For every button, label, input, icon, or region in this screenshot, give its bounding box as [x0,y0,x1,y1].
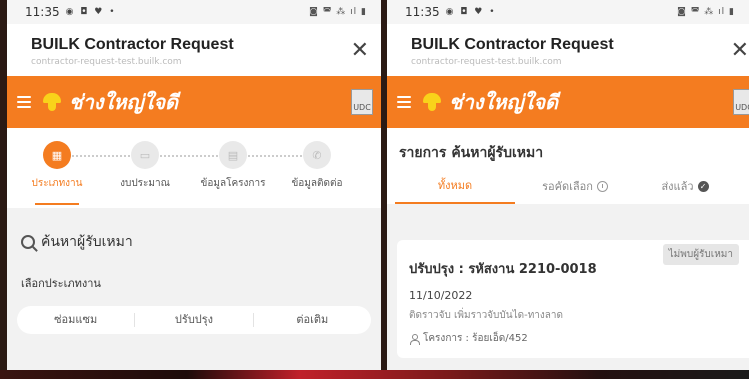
app-header: ช่างใหญ่ใจดี UDC [387,76,749,128]
search-icon [21,235,35,249]
browser-titlebar: BUILK Contractor Request contractor-requ… [7,24,381,76]
step-project-info[interactable]: ▤ ข้อมูลโครงการ [193,141,273,191]
card-date: 11/10/2022 [409,289,473,302]
brand-logo-text: ช่างใหญ่ใจดี [449,90,559,114]
option-repair[interactable]: ซ่อมแซม [17,313,136,327]
check-circle-icon: ✓ [697,180,709,192]
search-contractor-heading: ค้นหาผู้รับเหมา [7,220,381,264]
phone-icon: ✆ [303,141,331,169]
status-system-icons: ◙ ◚ ⁂ ıl ▮ [677,7,735,17]
user-icon [409,333,420,345]
work-type-label: เลือกประเภทงาน [21,277,101,290]
option-renovate[interactable]: ปรับปรุง [135,313,254,327]
page-title: BUILK Contractor Request [31,36,234,53]
step-progress: ▦ ประเภทงาน ▭ งบประมาณ ▤ ข้อมูลโครงการ ✆… [7,128,381,208]
money-icon: ▭ [131,141,159,169]
status-icons: ◉ ◘ ♥ • [445,7,497,17]
request-card[interactable]: ไม่พบผู้รับเหมา ปรับปรุง : รหัสงาน 2210-… [397,240,749,358]
status-badge: ไม่พบผู้รับเหมา [662,244,739,265]
tab-label: ส่งแล้ว [661,180,694,193]
step-label: ข้อมูลติดต่อ [291,178,343,189]
left-phone-screen: 11:35 ◉ ◘ ♥ • ◙ ◚ ⁂ ıl ▮ BUILK Contracto… [7,0,381,374]
status-icons: ◉ ◘ ♥ • [65,7,117,17]
helmet-logo-icon [421,91,443,113]
step-label: ข้อมูลโครงการ [200,178,266,189]
building-icon: ▦ [43,141,71,169]
right-phone-screen: 11:35 ◉ ◘ ♥ • ◙ ◚ ⁂ ıl ▮ BUILK Contracto… [387,0,749,374]
card-description: ติดราวจับ เพิ่มราวจับบันได-ทางลาด [409,310,564,321]
close-icon[interactable]: ✕ [731,40,749,62]
page-url: contractor-request-test.builk.com [411,57,562,67]
tab-label: ทั้งหมด [437,179,473,192]
card-project-text: โครงการ : ร้อยเอ็ด/452 [423,333,528,344]
tab-label: รอคัดเลือก [542,180,593,193]
search-label: ค้นหาผู้รับเหมา [41,234,133,250]
background-strip [0,370,749,379]
status-tabs: ทั้งหมด รอคัดเลือก ส่งแล้ว ✓ [387,168,749,204]
list-title: รายการ ค้นหาผู้รับเหมา [387,128,749,168]
close-icon[interactable]: ✕ [351,40,369,62]
option-extend[interactable]: ต่อเติม [254,313,371,327]
clock-icon [596,180,608,192]
id-card-icon: ▤ [219,141,247,169]
brand-logo-text: ช่างใหญ่ใจดี [69,90,179,114]
status-time: 11:35 [25,5,60,19]
status-time: 11:35 [405,5,440,19]
status-bar: 11:35 ◉ ◘ ♥ • ◙ ◚ ⁂ ıl ▮ [7,0,381,24]
status-system-icons: ◙ ◚ ⁂ ıl ▮ [309,7,367,17]
helmet-logo-icon [41,91,63,113]
partner-logo: UDC [733,89,749,115]
step-label: งบประมาณ [120,178,170,189]
partner-logo: UDC [351,89,373,115]
step-label: ประเภทงาน [31,178,83,189]
step-work-type[interactable]: ▦ ประเภทงาน [17,141,97,205]
stage: 11:35 ◉ ◘ ♥ • ◙ ◚ ⁂ ıl ▮ BUILK Contracto… [0,0,749,379]
status-bar: 11:35 ◉ ◘ ♥ • ◙ ◚ ⁂ ıl ▮ [387,0,749,24]
step-contact-info[interactable]: ✆ ข้อมูลติดต่อ [277,141,357,191]
step-budget[interactable]: ▭ งบประมาณ [105,141,185,191]
app-header: ช่างใหญ่ใจดี UDC [7,76,381,128]
card-project: โครงการ : ร้อยเอ็ด/452 [409,331,745,346]
page-title: BUILK Contractor Request [411,36,614,53]
page-url: contractor-request-test.builk.com [31,57,182,67]
browser-titlebar: BUILK Contractor Request contractor-requ… [387,24,749,76]
tab-sent[interactable]: ส่งแล้ว ✓ [635,177,735,195]
tab-pending[interactable]: รอคัดเลือก [515,177,635,195]
menu-icon[interactable] [397,96,411,108]
tab-all[interactable]: ทั้งหมด [395,168,515,204]
menu-icon[interactable] [17,96,31,108]
work-type-selector: ซ่อมแซม ปรับปรุง ต่อเติม [17,306,371,334]
